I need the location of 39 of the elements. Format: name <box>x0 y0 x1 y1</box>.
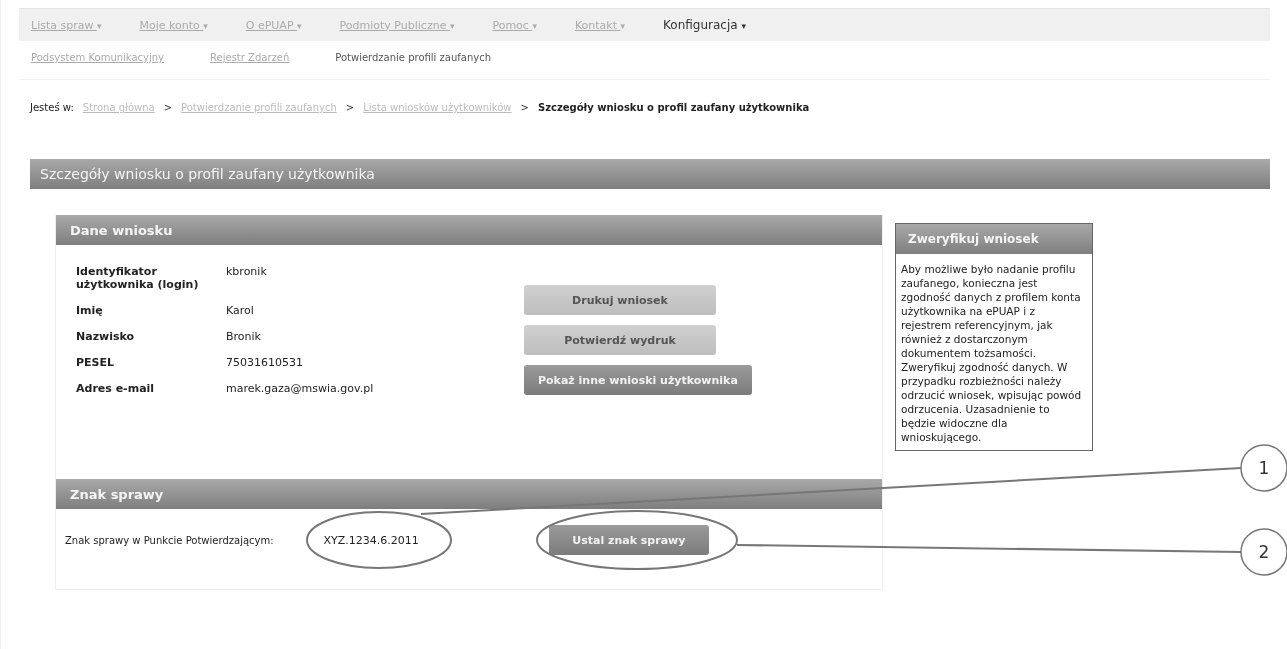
submenu-item[interactable]: Potwierdzanie profili zaufanych <box>335 52 491 68</box>
section-title: Dane wniosku <box>70 222 173 238</box>
field-value: Karol <box>226 304 255 317</box>
breadcrumb-separator: > <box>345 102 355 113</box>
menu-item[interactable]: O ePUAP ▾ <box>245 18 302 32</box>
field-label: Imię <box>76 304 104 317</box>
field-label: Identyfikator użytkownika (login) <box>76 265 200 291</box>
field-value: Bronik <box>226 330 262 343</box>
section-title: Znak sprawy <box>70 486 164 502</box>
field-label: Adres e-mail <box>76 382 156 395</box>
breadcrumb-label: Jesteś w: <box>30 102 74 113</box>
info-box-title: Zweryfikuj wniosek <box>908 232 1039 246</box>
field-label: PESEL <box>76 356 116 369</box>
menu-item[interactable]: Konfiguracja ▾ <box>663 18 746 32</box>
submenu-item[interactable]: Rejestr Zdarzeń <box>210 52 290 68</box>
callout-number: 2 <box>1258 542 1270 562</box>
breadcrumb-link[interactable]: Potwierdzanie profili zaufanych <box>181 102 337 113</box>
breadcrumb-link[interactable]: Lista wniosków użytkowników <box>363 102 512 113</box>
case-number-value: XYZ.1234.6.2011 <box>323 533 419 547</box>
field-value: marek.gaza@mswia.gov.pl <box>226 382 375 395</box>
breadcrumb-current: Szczegóły wniosku o profil zaufany użytkownika <box>537 102 810 113</box>
menu-item[interactable]: Pomoc ▾ <box>492 18 537 32</box>
field-label: Znak sprawy w Punkcie Potwierdzającym: <box>65 534 274 546</box>
action-button[interactable]: Pokaż inne wnioski użytkownika <box>524 365 752 395</box>
breadcrumb-link[interactable]: Strona główna <box>82 102 155 113</box>
page-title: Szczegóły wniosku o profil zaufany użytkownika <box>40 166 375 182</box>
info-text: Aby możliwe było nadanie profilu zaufanego, konieczna jest zgodność danych z profilem konta użytkownika na ePUAP i z rejestrem referencyjnym, jak również z dostarczonym dokumentem tożsamości. Zweryfikuj zgodność danych. W przypadku rozbieżności należy odrzucić wniosek, wpisując powód odrzucenia. Uzasadnienie to będzie widoczne dla wnioskującego. <box>900 262 1083 445</box>
menu-item[interactable]: Podmioty Publiczne ▾ <box>339 18 455 32</box>
menu-item[interactable]: Kontakt ▾ <box>574 18 626 32</box>
breadcrumb-separator: > <box>163 102 173 113</box>
menu-item[interactable]: Lista spraw ▾ <box>31 18 102 32</box>
set-case-number-button[interactable]: Ustal znak sprawy <box>548 525 709 555</box>
menu-item[interactable]: Moje konto ▾ <box>139 18 208 32</box>
callout-number: 1 <box>1258 458 1270 478</box>
field-value: 75031610531 <box>226 356 304 369</box>
submenu-item[interactable]: Podsystem Komunikacyjny <box>31 52 165 68</box>
breadcrumb-separator: > <box>520 102 529 113</box>
field-label: Nazwisko <box>76 330 136 343</box>
field-value: kbronik <box>226 265 268 280</box>
